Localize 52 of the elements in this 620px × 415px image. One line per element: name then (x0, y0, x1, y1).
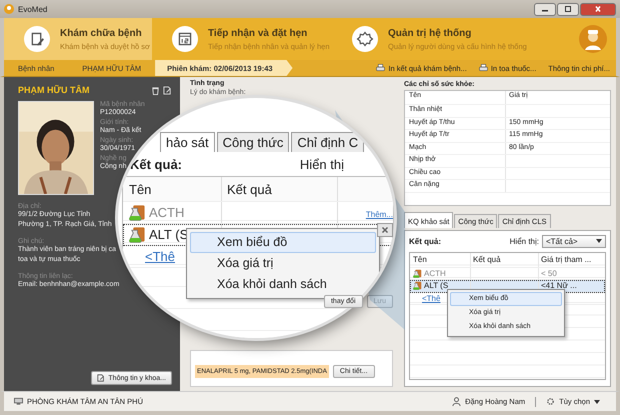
minimize-button[interactable] (534, 2, 556, 16)
add-row-link[interactable]: <Thê (422, 294, 440, 303)
filter-label: Hiển thị (300, 157, 344, 172)
menu-item[interactable]: Xóa khỏi danh sách (190, 274, 376, 295)
menu-item[interactable]: Xóa giá trị (190, 253, 376, 274)
results-label: Kết quả: (409, 236, 441, 246)
filter-label: Hiển thị: (510, 236, 539, 246)
close-icon (381, 226, 389, 234)
gear-icon (352, 26, 378, 52)
printer-icon (376, 64, 386, 72)
computer-icon (14, 397, 23, 406)
maximize-button[interactable] (557, 2, 579, 16)
patient-name: PHẠM HỮU TÂM (18, 85, 90, 95)
column-header[interactable]: Tên (410, 252, 470, 266)
user-icon (452, 397, 462, 406)
column-header[interactable]: Tên (123, 177, 221, 201)
caret-icon (594, 400, 600, 404)
column-header[interactable]: Giá trị tham ... (538, 252, 605, 266)
table-cell: ACTH (149, 205, 184, 220)
flask-icon (413, 281, 422, 290)
edit-icon (97, 374, 106, 382)
notepad-icon (24, 26, 50, 52)
tab[interactable]: Chỉ định C (291, 132, 364, 152)
menu-item[interactable]: Xem biểu đồ (190, 232, 376, 253)
flask-icon (129, 204, 146, 221)
close-button[interactable] (580, 2, 616, 16)
maximize-icon (563, 5, 573, 13)
edit-icon[interactable] (163, 86, 172, 94)
column-header[interactable]: Kết quả (470, 252, 538, 266)
trash-icon[interactable] (151, 86, 160, 94)
add-row-link[interactable]: <Thê (145, 249, 175, 264)
tab[interactable]: hảo sát (160, 132, 215, 152)
table-cell: ACTH (424, 268, 446, 278)
table-cell: <41 Nữ ... (541, 281, 577, 290)
app-logo-icon (4, 4, 14, 14)
flask-icon (413, 268, 422, 278)
flask-icon (129, 226, 146, 243)
gear-icon (546, 397, 556, 406)
close-icon (593, 5, 603, 13)
table-row[interactable]: ACTH < 50 (410, 268, 605, 280)
caret-icon (596, 239, 602, 243)
window-title: EvoMed (18, 4, 48, 14)
table-cell: < 50 (541, 268, 557, 278)
tab[interactable]: Công thức (216, 132, 290, 152)
filter-dropdown[interactable]: <Tất cả> (542, 234, 606, 248)
calendar-icon (172, 26, 198, 52)
doctor-logo-icon (578, 24, 608, 54)
add-link[interactable]: Thêm... (366, 210, 393, 219)
column-header[interactable]: Kết quả (221, 177, 337, 201)
table-cell: ALT (S (424, 281, 448, 290)
delete-button[interactable] (377, 223, 393, 237)
printer-icon (478, 64, 488, 72)
